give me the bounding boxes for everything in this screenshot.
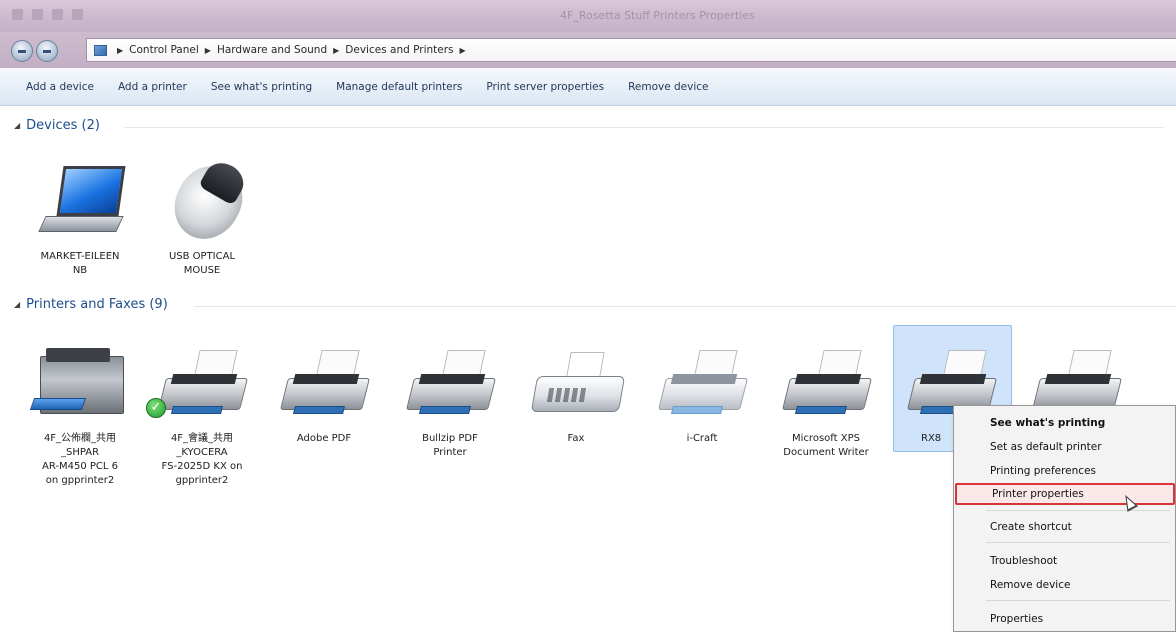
- breadcrumb-arrow-icon[interactable]: ▶: [205, 46, 211, 55]
- printer-tile-fax[interactable]: Fax: [520, 342, 632, 446]
- quick-access-icon[interactable]: [52, 9, 63, 20]
- remove-device-button[interactable]: Remove device: [616, 76, 720, 98]
- menu-separator: [986, 600, 1170, 601]
- devices-group-header[interactable]: ◢ Devices (2): [14, 118, 1164, 133]
- menu-item-properties[interactable]: Properties: [955, 608, 1175, 630]
- breadcrumb-control-panel[interactable]: Control Panel: [129, 44, 199, 56]
- window-title: 4F_Rosetta Stuff Printers Properties: [560, 9, 755, 22]
- menu-item-create-shortcut[interactable]: Create shortcut: [955, 516, 1175, 538]
- default-printer-check-icon: ✓: [146, 398, 166, 418]
- printer-icon: [394, 342, 506, 430]
- printers-group-title: Printers and Faxes (9): [26, 297, 168, 312]
- mouse-icon: [146, 154, 258, 252]
- device-tile-mouse[interactable]: USB OPTICAL MOUSE: [146, 154, 258, 278]
- printer-label: 4F_公佈欄_共用 _SHPAR AR-M450 PCL 6 on gpprin…: [41, 433, 118, 486]
- printer-label: Bullzip PDF Printer: [422, 433, 478, 458]
- multifunction-printer-icon: [24, 342, 136, 430]
- breadcrumb-arrow-icon[interactable]: ▶: [460, 46, 466, 55]
- printer-icon: ✓: [146, 342, 258, 430]
- menu-separator: [986, 542, 1170, 543]
- collapse-triangle-icon[interactable]: ◢: [14, 121, 20, 130]
- device-tile-laptop[interactable]: MARKET-EILEEN NB: [24, 160, 136, 278]
- group-divider: [124, 127, 1164, 128]
- menu-item-troubleshoot[interactable]: Troubleshoot: [955, 550, 1175, 572]
- breadcrumb-devices-and-printers[interactable]: Devices and Printers: [345, 44, 453, 56]
- menu-separator: [986, 510, 1170, 511]
- menu-item-see-printing[interactable]: See what's printing: [955, 412, 1175, 434]
- printer-icon: [646, 342, 758, 430]
- printer-tile-kyocera[interactable]: ✓ 4F_會議_共用 _KYOCERA FS-2025D KX on gppri…: [146, 342, 258, 488]
- printer-label: i-Craft: [686, 433, 718, 444]
- collapse-triangle-icon[interactable]: ◢: [14, 300, 20, 309]
- command-bar: Add a device Add a printer See what's pr…: [0, 68, 1176, 106]
- address-row: ▶ Control Panel ▶ Hardware and Sound ▶ D…: [0, 32, 1176, 68]
- device-label: MARKET-EILEEN NB: [40, 251, 120, 276]
- laptop-icon: [24, 160, 136, 248]
- printer-label: Adobe PDF: [296, 433, 352, 444]
- group-divider: [194, 306, 1176, 307]
- printer-label: Microsoft XPS Document Writer: [783, 433, 869, 458]
- add-printer-button[interactable]: Add a printer: [106, 76, 199, 98]
- breadcrumb-arrow-icon[interactable]: ▶: [117, 46, 123, 55]
- menu-item-set-default[interactable]: Set as default printer: [955, 436, 1175, 458]
- menu-item-printer-properties[interactable]: Printer properties: [955, 483, 1175, 505]
- printer-tile-bullzip[interactable]: Bullzip PDF Printer: [394, 342, 506, 460]
- control-panel-icon: [94, 44, 107, 56]
- printer-label: Fax: [567, 433, 585, 444]
- quick-access-icon[interactable]: [32, 9, 43, 20]
- quick-access-icon[interactable]: [72, 9, 83, 20]
- fax-icon: [520, 342, 632, 430]
- printer-tile-sharp[interactable]: 4F_公佈欄_共用 _SHPAR AR-M450 PCL 6 on gpprin…: [24, 342, 136, 488]
- printer-label: 4F_會議_共用 _KYOCERA FS-2025D KX on gpprint…: [161, 433, 243, 486]
- printer-tile-i-craft[interactable]: i-Craft: [646, 342, 758, 446]
- forward-icon[interactable]: [36, 40, 58, 62]
- breadcrumb-hardware-and-sound[interactable]: Hardware and Sound: [217, 44, 327, 56]
- see-printing-button[interactable]: See what's printing: [199, 76, 324, 98]
- print-server-properties-button[interactable]: Print server properties: [474, 76, 616, 98]
- printer-icon: [268, 342, 380, 430]
- printers-group-header[interactable]: ◢ Printers and Faxes (9): [14, 297, 1176, 312]
- devices-group-title: Devices (2): [26, 118, 100, 133]
- breadcrumb-arrow-icon[interactable]: ▶: [333, 46, 339, 55]
- device-label: USB OPTICAL MOUSE: [168, 251, 236, 276]
- context-menu: See what's printing Set as default print…: [953, 405, 1176, 632]
- title-bar: 4F_Rosetta Stuff Printers Properties: [0, 0, 1176, 32]
- printer-tile-xps[interactable]: Microsoft XPS Document Writer: [770, 342, 882, 460]
- quick-access-icon[interactable]: [12, 9, 23, 20]
- add-device-button[interactable]: Add a device: [14, 76, 106, 98]
- menu-item-printing-preferences[interactable]: Printing preferences: [955, 460, 1175, 482]
- printer-icon: [770, 342, 882, 430]
- quick-access-toolbar: [12, 9, 83, 20]
- menu-item-remove-device[interactable]: Remove device: [955, 574, 1175, 596]
- printer-tile-adobe-pdf[interactable]: Adobe PDF: [268, 342, 380, 446]
- manage-default-printers-button[interactable]: Manage default printers: [324, 76, 474, 98]
- back-icon[interactable]: [11, 40, 33, 62]
- address-bar[interactable]: ▶ Control Panel ▶ Hardware and Sound ▶ D…: [86, 38, 1176, 62]
